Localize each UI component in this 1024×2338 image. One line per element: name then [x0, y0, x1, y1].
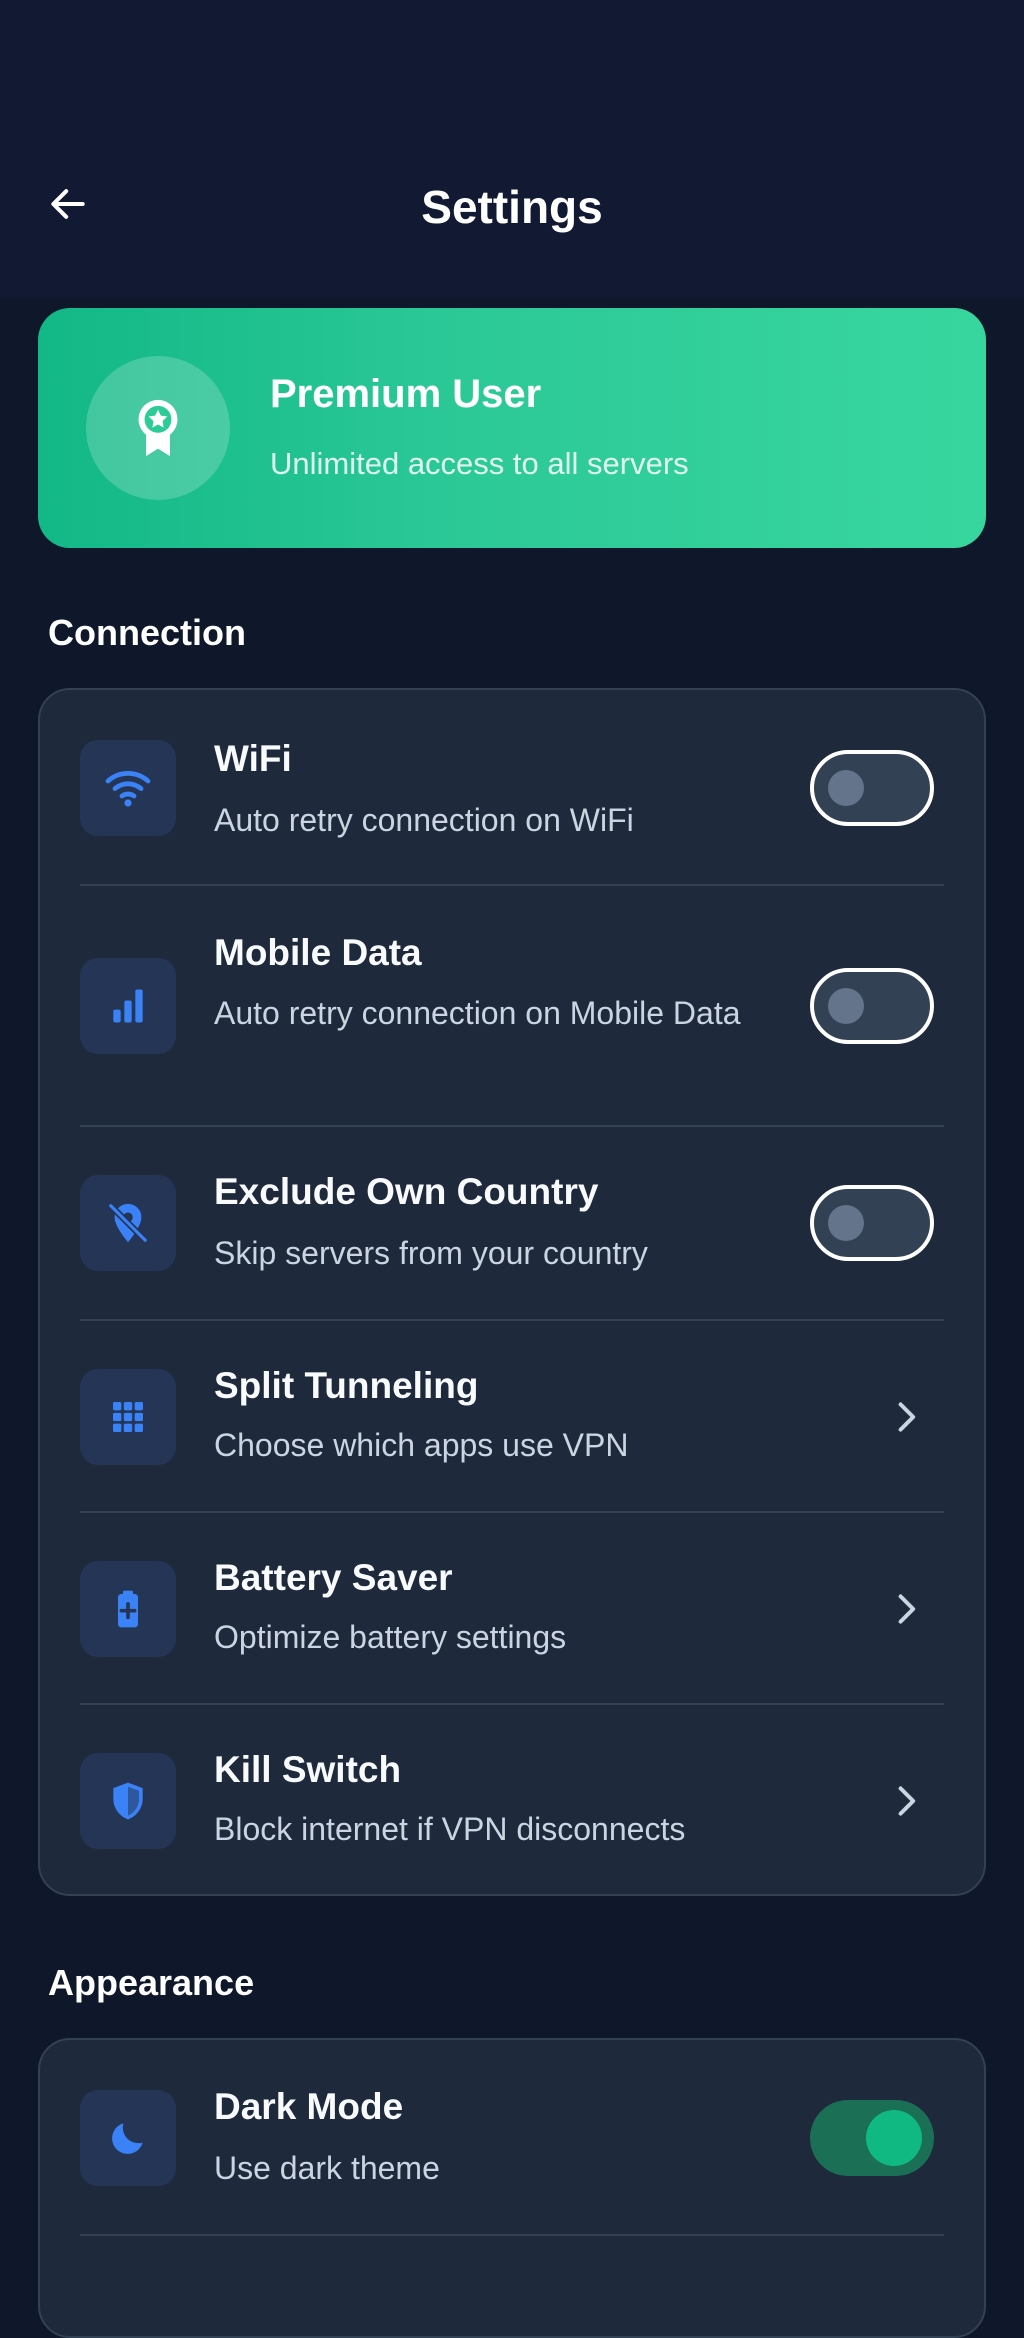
setting-title: Dark Mode [214, 2086, 404, 2127]
app-bar: Settings [0, 120, 1024, 298]
setting-row-split-tunneling[interactable]: Split Tunneling Choose which apps use VP… [40, 1321, 984, 1513]
setting-title: WiFi [214, 738, 292, 779]
setting-title: Mobile Data [214, 932, 422, 973]
setting-row-wifi[interactable]: WiFi Auto retry connection on WiFi [40, 690, 984, 886]
setting-row-mobile-data[interactable]: Mobile Data Auto retry connection on Mob… [40, 886, 984, 1127]
setting-subtitle: Use dark theme [214, 2150, 440, 2186]
toggle-knob [866, 2110, 922, 2166]
connection-settings-card: WiFi Auto retry connection on WiFi Mobil… [38, 688, 986, 1896]
battery-plus-icon [118, 1590, 138, 1628]
section-title-appearance: Appearance [48, 1962, 255, 2003]
appearance-settings-card: Dark Mode Use dark theme [38, 2038, 986, 2338]
setting-title: Exclude Own Country [214, 1171, 599, 1212]
section-title-connection: Connection [48, 612, 246, 653]
moon-icon [112, 2123, 143, 2154]
wifi-icon [105, 770, 151, 807]
premium-subtitle: Unlimited access to all servers [270, 446, 689, 481]
setting-title: Split Tunneling [214, 1365, 479, 1406]
apps-grid-icon [113, 1402, 143, 1432]
setting-row-exclude-country[interactable]: Exclude Own Country Skip servers from yo… [40, 1127, 984, 1321]
chevron-right-icon[interactable] [888, 1399, 924, 1435]
apps-icon-box [80, 1369, 176, 1465]
setting-subtitle: Skip servers from your country [214, 1235, 648, 1271]
setting-row-battery-saver[interactable]: Battery Saver Optimize battery settings [40, 1513, 984, 1705]
setting-subtitle: Block internet if VPN disconnects [214, 1811, 686, 1847]
premium-card[interactable]: Premium User Unlimited access to all ser… [38, 308, 986, 548]
location-off-icon [107, 1202, 149, 1244]
setting-subtitle: Auto retry connection on WiFi [214, 802, 634, 838]
setting-subtitle: Auto retry connection on Mobile Data [214, 995, 741, 1031]
setting-row-dark-mode[interactable]: Dark Mode Use dark theme [40, 2040, 984, 2236]
chevron-right-icon[interactable] [888, 1783, 924, 1819]
chevron-right-icon[interactable] [888, 1591, 924, 1627]
signal-bars-icon [113, 989, 143, 1023]
toggle-knob [828, 988, 864, 1024]
page-title: Settings [421, 181, 603, 233]
setting-title: Battery Saver [214, 1557, 453, 1598]
premium-badge [86, 356, 230, 500]
location-icon-box [80, 1175, 176, 1271]
status-bar [0, 0, 1024, 120]
exclude-country-toggle[interactable] [810, 1185, 934, 1261]
wifi-icon-box [80, 740, 176, 836]
battery-icon-box [80, 1561, 176, 1657]
toggle-knob [828, 770, 864, 806]
wifi-toggle[interactable] [810, 750, 934, 826]
moon-icon-box [80, 2090, 176, 2186]
setting-subtitle: Optimize battery settings [214, 1619, 567, 1655]
premium-title: Premium User [270, 372, 542, 416]
shield-icon-box [80, 1753, 176, 1849]
toggle-knob [828, 1205, 864, 1241]
award-icon [138, 399, 178, 457]
mobile-data-icon-box [80, 958, 176, 1054]
setting-subtitle: Choose which apps use VPN [214, 1427, 629, 1463]
setting-row-kill-switch[interactable]: Kill Switch Block internet if VPN discon… [40, 1705, 984, 1895]
divider [80, 2234, 944, 2236]
shield-icon [113, 1782, 143, 1820]
mobile-data-toggle[interactable] [810, 968, 934, 1044]
dark-mode-toggle[interactable] [810, 2100, 934, 2176]
setting-title: Kill Switch [214, 1749, 402, 1790]
